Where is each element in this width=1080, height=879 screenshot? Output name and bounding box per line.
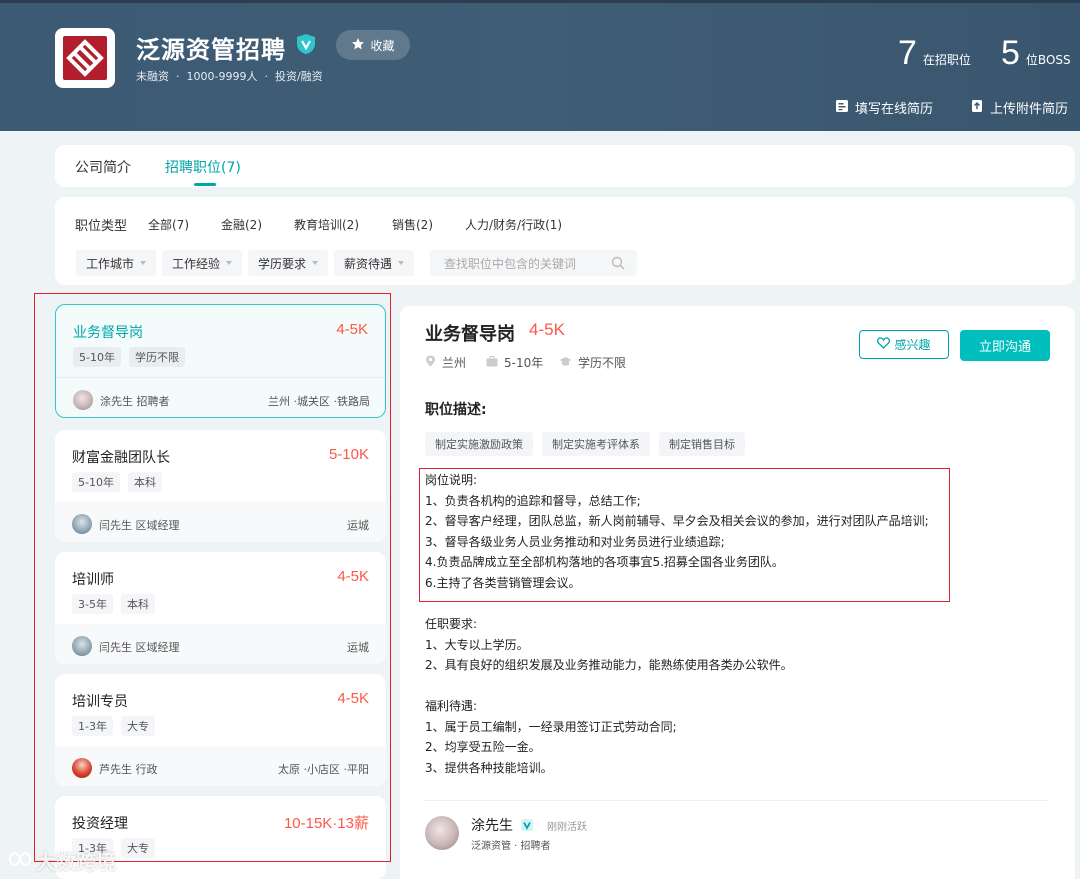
experience-dropdown[interactable]: 工作经验	[162, 250, 243, 276]
upload-resume-link[interactable]: 上传附件简历	[970, 98, 1068, 117]
favorite-label: 收藏	[370, 38, 395, 53]
funding-stage: 未融资	[136, 70, 169, 83]
upload-icon	[970, 99, 984, 117]
watermark: 大数跨境	[8, 846, 116, 875]
keyword-search-input[interactable]: 查找职位中包含的关键词	[430, 250, 637, 276]
fill-resume-label: 填写在线简历	[855, 102, 934, 117]
detail-education: 学历不限	[559, 354, 626, 371]
resume-icon	[835, 99, 849, 117]
city-dropdown[interactable]: 工作城市	[76, 250, 157, 276]
boss-active-status: 刚刚活跃	[547, 822, 587, 833]
company-meta: 未融资 · 1000-9999人 · 投资/融资	[136, 70, 323, 83]
fill-resume-link[interactable]: 填写在线简历	[835, 98, 933, 117]
divider	[425, 800, 1049, 801]
boss-company-role: 泛源资管 · 招聘者	[471, 841, 551, 852]
keyword-tag: 制定销售目标	[659, 432, 745, 456]
benefits-description: 福利待遇: 1、属于员工编制，一经录用签订正式劳动合同; 2、均享受五险一金。 …	[425, 699, 677, 775]
keyword-tag: 制定实施激励政策	[425, 432, 533, 456]
job-description-heading: 职位描述:	[425, 402, 487, 418]
watermark-logo-icon	[8, 849, 32, 873]
filter-type-sales[interactable]: 销售(2)	[392, 216, 433, 233]
boss-avatar[interactable]	[425, 816, 459, 850]
company-tabs: 公司简介 招聘职位(7)	[55, 145, 1075, 187]
star-icon	[351, 37, 365, 54]
boss-count: 5	[1001, 34, 1020, 72]
highlight-box-job-list	[34, 293, 391, 862]
chat-now-button[interactable]: 立即沟通	[960, 330, 1050, 361]
upload-resume-label: 上传附件简历	[990, 102, 1069, 117]
graduation-cap-icon	[559, 356, 572, 370]
favorite-button[interactable]: 收藏	[336, 30, 410, 60]
company-name: 泛源资管招聘	[136, 36, 286, 64]
requirements-description: 任职要求: 1、大专以上学历。 2、具有良好的组织发展及业务推动能力，能熟练使用…	[425, 617, 793, 673]
search-icon[interactable]	[611, 256, 625, 273]
filter-type-all[interactable]: 全部(7)	[148, 216, 189, 233]
tab-jobs[interactable]: 招聘职位(7)	[165, 157, 241, 177]
boss-count-label: 位BOSS	[1025, 53, 1071, 67]
company-size: 1000-9999人	[186, 70, 258, 83]
job-count-stat: 7 在招职位	[898, 34, 971, 73]
active-tab-indicator	[194, 183, 216, 186]
chevron-down-icon	[398, 261, 405, 265]
tab-company-intro[interactable]: 公司简介	[75, 157, 131, 177]
filter-type-hr[interactable]: 人力/财务/行政(1)	[465, 216, 562, 233]
education-dropdown[interactable]: 学历要求	[248, 250, 329, 276]
company-logo	[55, 28, 115, 88]
verified-badge-icon	[296, 33, 316, 59]
detail-experience: 5-10年	[486, 354, 543, 371]
chevron-down-icon	[140, 261, 147, 265]
job-type-title: 职位类型	[75, 219, 128, 234]
boss-name[interactable]: 涂先生	[471, 815, 513, 835]
boss-count-stat: 5 位BOSS	[1001, 34, 1071, 73]
briefcase-icon	[486, 355, 498, 370]
highlight-box-duties	[419, 468, 950, 602]
company-header: 泛源资管招聘 收藏 未融资 · 1000-9999人 · 投资/融资 7 在招职位 5 …	[0, 0, 1080, 131]
job-count: 7	[898, 34, 917, 72]
detail-job-title: 业务督导岗	[425, 324, 515, 345]
company-industry: 投资/融资	[274, 70, 323, 83]
job-count-label: 在招职位	[922, 53, 971, 67]
detail-job-salary: 4-5K	[529, 320, 565, 339]
keyword-tag: 制定实施考评体系	[542, 432, 650, 456]
location-pin-icon	[425, 355, 436, 370]
heart-icon	[877, 337, 891, 352]
job-filter-panel: 职位类型 全部(7) 金融(2) 教育培训(2) 销售(2) 人力/财务/行政(…	[55, 197, 1075, 285]
filter-type-finance[interactable]: 金融(2)	[221, 216, 262, 233]
chevron-down-icon	[226, 261, 233, 265]
detail-city: 兰州	[425, 354, 466, 371]
interested-button[interactable]: 感兴趣	[859, 330, 949, 359]
top-border	[0, 0, 1080, 3]
chevron-down-icon	[312, 261, 319, 265]
verified-badge-icon	[520, 818, 534, 836]
filter-type-education[interactable]: 教育培训(2)	[294, 216, 359, 233]
salary-dropdown[interactable]: 薪资待遇	[334, 250, 415, 276]
